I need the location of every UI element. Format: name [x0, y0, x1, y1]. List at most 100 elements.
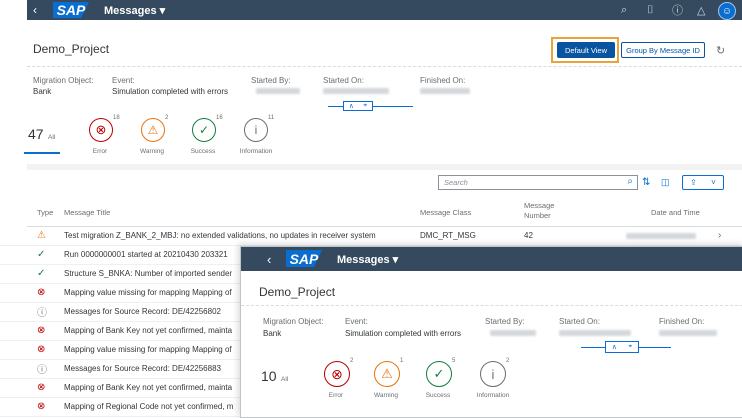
col-message-title: Message Title: [64, 208, 111, 217]
shell-bar: ‹ SAP Messages ▾ ⌕ ⌷ ⓘ △ ☺: [27, 0, 742, 20]
warning-label: Warning: [140, 148, 164, 155]
overlay-app-title-menu[interactable]: Messages ▾: [337, 253, 398, 266]
migration-object-value: Bank: [33, 87, 52, 96]
overlay-error-count: 2: [350, 358, 354, 364]
collapse-header-button[interactable]: ∧ ⌖: [343, 101, 373, 111]
overlay-total-count-label: All: [281, 376, 289, 383]
sort-icon[interactable]: ⇅: [642, 177, 650, 188]
overlay-filter-warning[interactable]: ⚠ 1 Warning: [371, 357, 407, 403]
overlay-collapse-icon: ∧: [611, 344, 617, 351]
default-view-button[interactable]: Default View: [557, 42, 615, 58]
error-icon: ⊗: [37, 325, 46, 336]
error-icon: ⊗: [37, 287, 46, 298]
refresh-icon[interactable]: ↻: [716, 44, 725, 57]
search-icon[interactable]: ⌕: [627, 176, 633, 187]
filter-success[interactable]: ✓ 16 Success: [187, 114, 223, 160]
overlay-separator: [241, 305, 742, 306]
overlay-information-label: Information: [476, 392, 510, 399]
overlay-warning-label: Warning: [374, 392, 398, 399]
total-count[interactable]: 47 All: [28, 126, 55, 144]
success-label: Success: [190, 148, 216, 155]
warning-icon: ⚠: [374, 361, 400, 387]
error-count: 18: [113, 115, 120, 121]
collapse-icon: ∧: [348, 103, 354, 110]
information-count: 11: [268, 115, 275, 121]
header-separator: [27, 66, 742, 67]
overlay-success-count: 5: [452, 358, 456, 364]
total-count-value: 47: [28, 126, 44, 142]
search-icon[interactable]: ⌕: [621, 4, 627, 17]
notifications-icon[interactable]: △: [697, 4, 705, 17]
warning-icon: ⚠: [37, 230, 46, 241]
overlay-collapse-header-button[interactable]: ∧ ⌖: [605, 341, 639, 353]
row-number: 42: [524, 231, 533, 240]
information-icon: i: [480, 361, 506, 387]
success-icon: ✓: [192, 118, 216, 142]
row-title: Mapping value missing for mapping Mappin…: [64, 345, 232, 354]
error-label: Error: [92, 148, 108, 155]
row-navigation-icon[interactable]: ›: [718, 230, 721, 241]
page-title: Demo_Project: [33, 42, 110, 56]
information-icon: i: [244, 118, 268, 142]
started-on-label: Started On:: [323, 76, 364, 85]
row-title: Mapping value missing for mapping Mappin…: [64, 288, 232, 297]
row-title: Run 0000000001 started at 20210430 20332…: [64, 250, 228, 259]
overlay-filter-error[interactable]: ⊗ 2 Error: [321, 357, 355, 403]
overlay-filter-information[interactable]: i 2 Information: [475, 357, 519, 403]
overlay-filter-success[interactable]: ✓ 5 Success: [423, 357, 459, 403]
col-message-number: Message Number: [524, 201, 555, 220]
chevron-down-icon: ˅: [711, 178, 716, 187]
overlay-panel: ‹ SAP Messages ▾ Demo_Project Migration …: [240, 246, 742, 418]
group-by-message-id-button[interactable]: Group By Message ID: [621, 42, 705, 58]
copilot-icon[interactable]: ⌷: [647, 4, 654, 17]
user-avatar-icon[interactable]: ☺: [718, 2, 736, 20]
filter-error[interactable]: ⊗ 18 Error: [84, 114, 120, 160]
table-header-row: [27, 196, 742, 227]
table-row[interactable]: ⚠ Test migration Z_BANK_2_MBJ: no extend…: [0, 226, 742, 246]
help-icon[interactable]: ⓘ: [672, 2, 683, 18]
overlay-page-title: Demo_Project: [259, 285, 336, 299]
overlay-total-count[interactable]: 10 All: [261, 368, 288, 386]
row-title: Mapping of Bank Key not yet confirmed, m…: [64, 326, 233, 335]
event-value: Simulation completed with errors: [112, 87, 229, 96]
export-button[interactable]: ⇪ ˅: [682, 175, 724, 190]
overlay-migration-object-label: Migration Object:: [263, 317, 324, 326]
started-on-value: [323, 88, 389, 94]
overlay-back-arrow-icon[interactable]: ‹: [267, 252, 271, 267]
filter-warning[interactable]: ⚠ 2 Warning: [136, 114, 170, 160]
overlay-started-by-value: [490, 330, 536, 336]
overlay-finished-on-label: Finished On:: [659, 317, 705, 326]
col-message-class: Message Class: [420, 208, 472, 217]
overlay-error-label: Error: [328, 392, 344, 399]
overlay-started-on-label: Started On:: [559, 317, 600, 326]
row-title: Messages for Source Record: DE/42256883: [64, 364, 221, 373]
app-title-menu[interactable]: Messages ▾: [104, 4, 165, 17]
content-separator: [27, 164, 742, 170]
overlay-finished-on-value: [659, 330, 717, 336]
search-input[interactable]: Search ⌕: [438, 175, 638, 190]
information-icon: ⓘ: [37, 308, 47, 319]
row-title: Test migration Z_BANK_2_MBJ: no extended…: [64, 231, 376, 240]
row-title: Mapping of Bank Key not yet confirmed, m…: [64, 383, 233, 392]
overlay-total-count-value: 10: [261, 368, 277, 384]
success-icon: ✓: [426, 361, 452, 387]
error-icon: ⊗: [37, 401, 46, 412]
overlay-pin-icon: ⌖: [628, 343, 633, 350]
column-settings-icon[interactable]: ◫: [661, 177, 670, 188]
filter-information[interactable]: i 11 Information: [237, 114, 279, 160]
overlay-event-label: Event:: [345, 317, 368, 326]
finished-on-label: Finished On:: [420, 76, 466, 85]
success-count: 16: [216, 115, 223, 121]
overlay-started-on-value: [559, 330, 631, 336]
back-arrow-icon[interactable]: ‹: [33, 3, 37, 17]
row-title: Mapping of Regional Code not yet confirm…: [64, 402, 234, 411]
overlay-started-by-label: Started By:: [485, 317, 525, 326]
started-by-label: Started By:: [251, 76, 291, 85]
information-label: Information: [239, 148, 273, 155]
overlay-warning-count: 1: [400, 358, 404, 364]
warning-count: 2: [165, 115, 169, 121]
information-icon: ⓘ: [37, 365, 47, 376]
row-class: DMC_RT_MSG: [420, 231, 476, 240]
row-date: [626, 232, 696, 239]
overlay-sap-logo: SAP: [286, 250, 322, 267]
